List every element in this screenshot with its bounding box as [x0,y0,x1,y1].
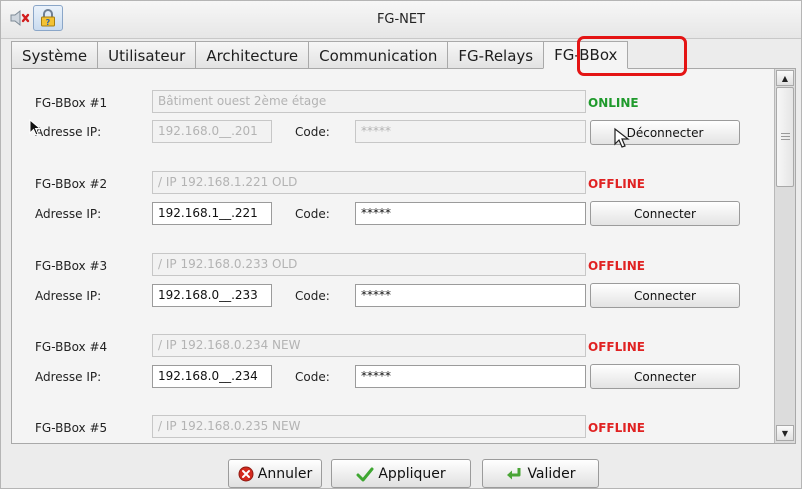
bbox-2-code-field[interactable]: ***** [355,202,586,225]
bbox-4-connect-button[interactable]: Connecter [590,364,740,389]
bbox-2-code-label: Code: [295,207,330,221]
bbox-5-status: OFFLINE [588,421,645,435]
cancel-button[interactable]: Annuler [228,459,322,488]
bbox-4-code-label: Code: [295,370,330,384]
tab-fg-bbox[interactable]: FG-BBox [543,41,629,69]
bbox-4-status: OFFLINE [588,340,645,354]
bbox-2-ip-label: Adresse IP: [35,207,102,221]
cancel-button-label: Annuler [257,465,313,482]
bbox-1-name: FG-BBox #1 [35,96,108,110]
bbox-2-connect-button[interactable]: Connecter [590,201,740,226]
checkmark-icon [356,467,374,481]
cancel-icon [238,466,254,481]
bbox-list: FG-BBox #1 Bâtiment ouest 2ème étage ONL… [12,69,774,443]
scroll-down-arrow-icon[interactable]: ▼ [776,425,794,441]
tab-bar: Système Utilisateur Architecture Communi… [11,41,629,69]
bbox-4-description-field: / IP 192.168.0.234 NEW [152,334,586,357]
tab-architecture[interactable]: Architecture [195,41,310,69]
bbox-3-description-field: / IP 192.168.0.233 OLD [152,253,586,276]
bbox-1-status: ONLINE [588,96,639,110]
validate-button-label: Valider [527,465,576,482]
tab-fg-relays[interactable]: FG-Relays [447,41,545,69]
bbox-2-ip-field[interactable]: 192.168.1__.221 [152,202,272,225]
scrollbar-thumb[interactable] [776,87,794,187]
bbox-3-ip-field[interactable]: 192.168.0__.233 [152,284,272,307]
app-window: ? FG-NET Système Utilisateur Architectur… [0,0,802,489]
bbox-3-status: OFFLINE [588,259,645,273]
validate-button[interactable]: Valider [482,459,599,488]
bbox-3-name: FG-BBox #3 [35,259,108,273]
bbox-1-code-field: ***** [355,120,586,143]
bbox-2-status: OFFLINE [588,177,645,191]
bbox-4-code-field[interactable]: ***** [355,365,586,388]
footer-bar: Annuler Appliquer Valider [1,447,801,489]
apply-button[interactable]: Appliquer [331,459,471,488]
apply-button-label: Appliquer [378,465,446,482]
bbox-3-code-label: Code: [295,289,330,303]
scroll-up-arrow-icon[interactable]: ▲ [776,70,794,86]
bbox-2-name: FG-BBox #2 [35,177,108,191]
title-bar: ? FG-NET [1,1,801,39]
enter-arrow-icon [507,467,521,479]
bbox-5-name: FG-BBox #5 [35,421,108,435]
bbox-1-code-label: Code: [295,125,330,139]
vertical-scrollbar[interactable]: ▲ ▼ [774,69,795,443]
bbox-1-description-field: Bâtiment ouest 2ème étage [152,90,586,113]
tab-systeme[interactable]: Système [11,41,99,69]
bbox-4-ip-label: Adresse IP: [35,370,102,384]
tab-communication[interactable]: Communication [308,41,449,69]
bbox-3-code-field[interactable]: ***** [355,284,586,307]
bbox-3-ip-label: Adresse IP: [35,289,102,303]
window-title: FG-NET [376,12,426,27]
bbox-5-description-field: / IP 192.168.0.235 NEW [152,415,586,438]
bbox-2-description-field: / IP 192.168.1.221 OLD [152,171,586,194]
tab-utilisateur[interactable]: Utilisateur [97,41,197,69]
bbox-1-disconnect-button[interactable]: Déconnecter [590,120,740,145]
bbox-4-ip-field[interactable]: 192.168.0__.234 [152,365,272,388]
bbox-1-ip-label: Adresse IP: [35,125,102,139]
bbox-3-connect-button[interactable]: Connecter [590,283,740,308]
bbox-4-name: FG-BBox #4 [35,340,108,354]
bbox-1-ip-field: 192.168.0__.201 [152,120,272,143]
bbox-panel: FG-BBox #1 Bâtiment ouest 2ème étage ONL… [11,68,796,444]
